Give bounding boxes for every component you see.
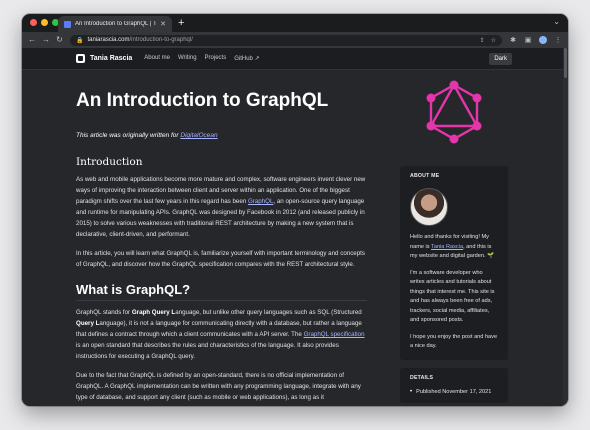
p3-text-a: GraphQL stands for: [76, 309, 132, 316]
dark-mode-toggle[interactable]: Dark: [489, 53, 512, 65]
url-host: taniarascia.com: [87, 37, 130, 43]
minimize-window-button[interactable]: [41, 19, 48, 26]
page-scrollbar[interactable]: [563, 48, 568, 406]
origin-note: This article was originally written for …: [76, 132, 367, 139]
site-header: Tania Rascia About me Writing Projects G…: [22, 48, 568, 70]
article-title: An Introduction to GraphQL: [76, 90, 329, 111]
sidebar: ABOUT ME Hello and thanks for visiting! …: [400, 70, 508, 403]
p3-bold-query: Query: [150, 309, 170, 316]
forward-button[interactable]: →: [42, 32, 50, 48]
paragraph-implementation: Due to the fact that GraphQL is defined …: [76, 372, 361, 401]
about-me-bio: I'm a software developer who writes arti…: [410, 269, 495, 324]
paragraph-definition: GraphQL stands for Graph Query L anguage,…: [76, 307, 367, 362]
favicon-icon: [64, 20, 71, 28]
digitalocean-link[interactable]: DigitalOcean: [180, 132, 217, 139]
heading-introduction: Introduction: [76, 156, 143, 168]
tab-strip: An Introduction to GraphQL | T... ✕ + ⌄: [22, 14, 568, 32]
origin-note-text: This article was originally written for: [76, 132, 181, 139]
browser-menu-icon[interactable]: ⋮: [554, 36, 562, 44]
paragraph-intro: As web and mobile applications become mo…: [76, 174, 367, 240]
nav-github[interactable]: GitHub ↗: [234, 55, 259, 62]
p3-text-c: anguage, but unlike other query language…: [175, 309, 362, 316]
bookmark-star-icon[interactable]: ☆: [491, 37, 496, 44]
address-bar[interactable]: 🔒 taniarascia.com/introduction-to-graphq…: [70, 34, 502, 46]
about-me-intro: Hello and thanks for visiting! My name i…: [410, 233, 498, 262]
p3-bold-query-l: Query L: [76, 320, 100, 327]
published-date: • Published November 17, 2021: [410, 389, 498, 395]
published-text: Published November 17, 2021: [416, 388, 492, 395]
web-page: Tania Rascia About me Writing Projects G…: [22, 48, 568, 406]
paragraph-overview: In this article, you will learn what Gra…: [76, 250, 365, 268]
lock-icon[interactable]: 🔒: [76, 37, 83, 44]
share-icon[interactable]: ⇪: [480, 37, 485, 44]
brand-logo-icon: [76, 54, 85, 63]
tab-title: An Introduction to GraphQL | T...: [75, 21, 157, 27]
nav-about[interactable]: About me: [144, 55, 170, 62]
about-me-signoff: I hope you enjoy the post and have a nic…: [410, 333, 498, 350]
graphql-logo-icon: [426, 80, 482, 144]
browser-window: An Introduction to GraphQL | T... ✕ + ⌄ …: [22, 14, 568, 406]
author-avatar: [410, 188, 448, 226]
browser-toolbar: ← → ↻ 🔒 taniarascia.com/introduction-to-…: [22, 32, 568, 48]
brand-name: Tania Rascia: [90, 55, 133, 62]
heading-what-is-graphql: What is GraphQL?: [76, 282, 367, 301]
author-link[interactable]: Tania Rascia: [431, 244, 463, 250]
about-me-card: ABOUT ME Hello and thanks for visiting! …: [400, 166, 508, 360]
new-tab-button[interactable]: +: [178, 16, 184, 30]
close-window-button[interactable]: [30, 19, 37, 26]
back-button[interactable]: ←: [28, 32, 36, 48]
bullet-icon: •: [410, 388, 413, 395]
details-card: DETAILS • Published November 17, 2021: [400, 367, 508, 403]
tab-search-icon[interactable]: ⌄: [553, 17, 560, 26]
tab-active[interactable]: An Introduction to GraphQL | T... ✕: [58, 16, 172, 32]
nav-projects[interactable]: Projects: [205, 55, 227, 62]
url-path: /introduction-to-graphql/: [129, 37, 193, 43]
window-controls: [30, 19, 59, 26]
profile-avatar[interactable]: [539, 36, 547, 44]
graphql-logo: [400, 70, 508, 166]
graphql-spec-link[interactable]: GraphQL specification: [304, 331, 365, 338]
reload-button[interactable]: ↻: [56, 32, 63, 48]
details-heading: DETAILS: [410, 374, 434, 381]
nav-writing[interactable]: Writing: [178, 55, 197, 62]
url-text: taniarascia.com/introduction-to-graphql/: [87, 37, 192, 43]
about-me-heading: ABOUT ME: [410, 173, 440, 179]
omnibox-actions: ⇪ ☆: [480, 37, 496, 44]
p3-text-e: is an open standard that describes the r…: [76, 342, 339, 360]
site-nav-links: About me Writing Projects GitHub ↗: [144, 55, 259, 62]
graphql-link[interactable]: GraphQL: [248, 198, 273, 205]
article: An Introduction to GraphQL This article …: [76, 70, 367, 403]
extensions-icon[interactable]: ✱: [509, 36, 517, 44]
scrollbar-thumb[interactable]: [564, 48, 567, 78]
p3-bold-graph: Graph: [131, 309, 151, 316]
tab-close-icon[interactable]: ✕: [160, 20, 166, 28]
site-brand[interactable]: Tania Rascia: [76, 54, 132, 63]
side-panel-icon[interactable]: ▣: [524, 36, 532, 44]
